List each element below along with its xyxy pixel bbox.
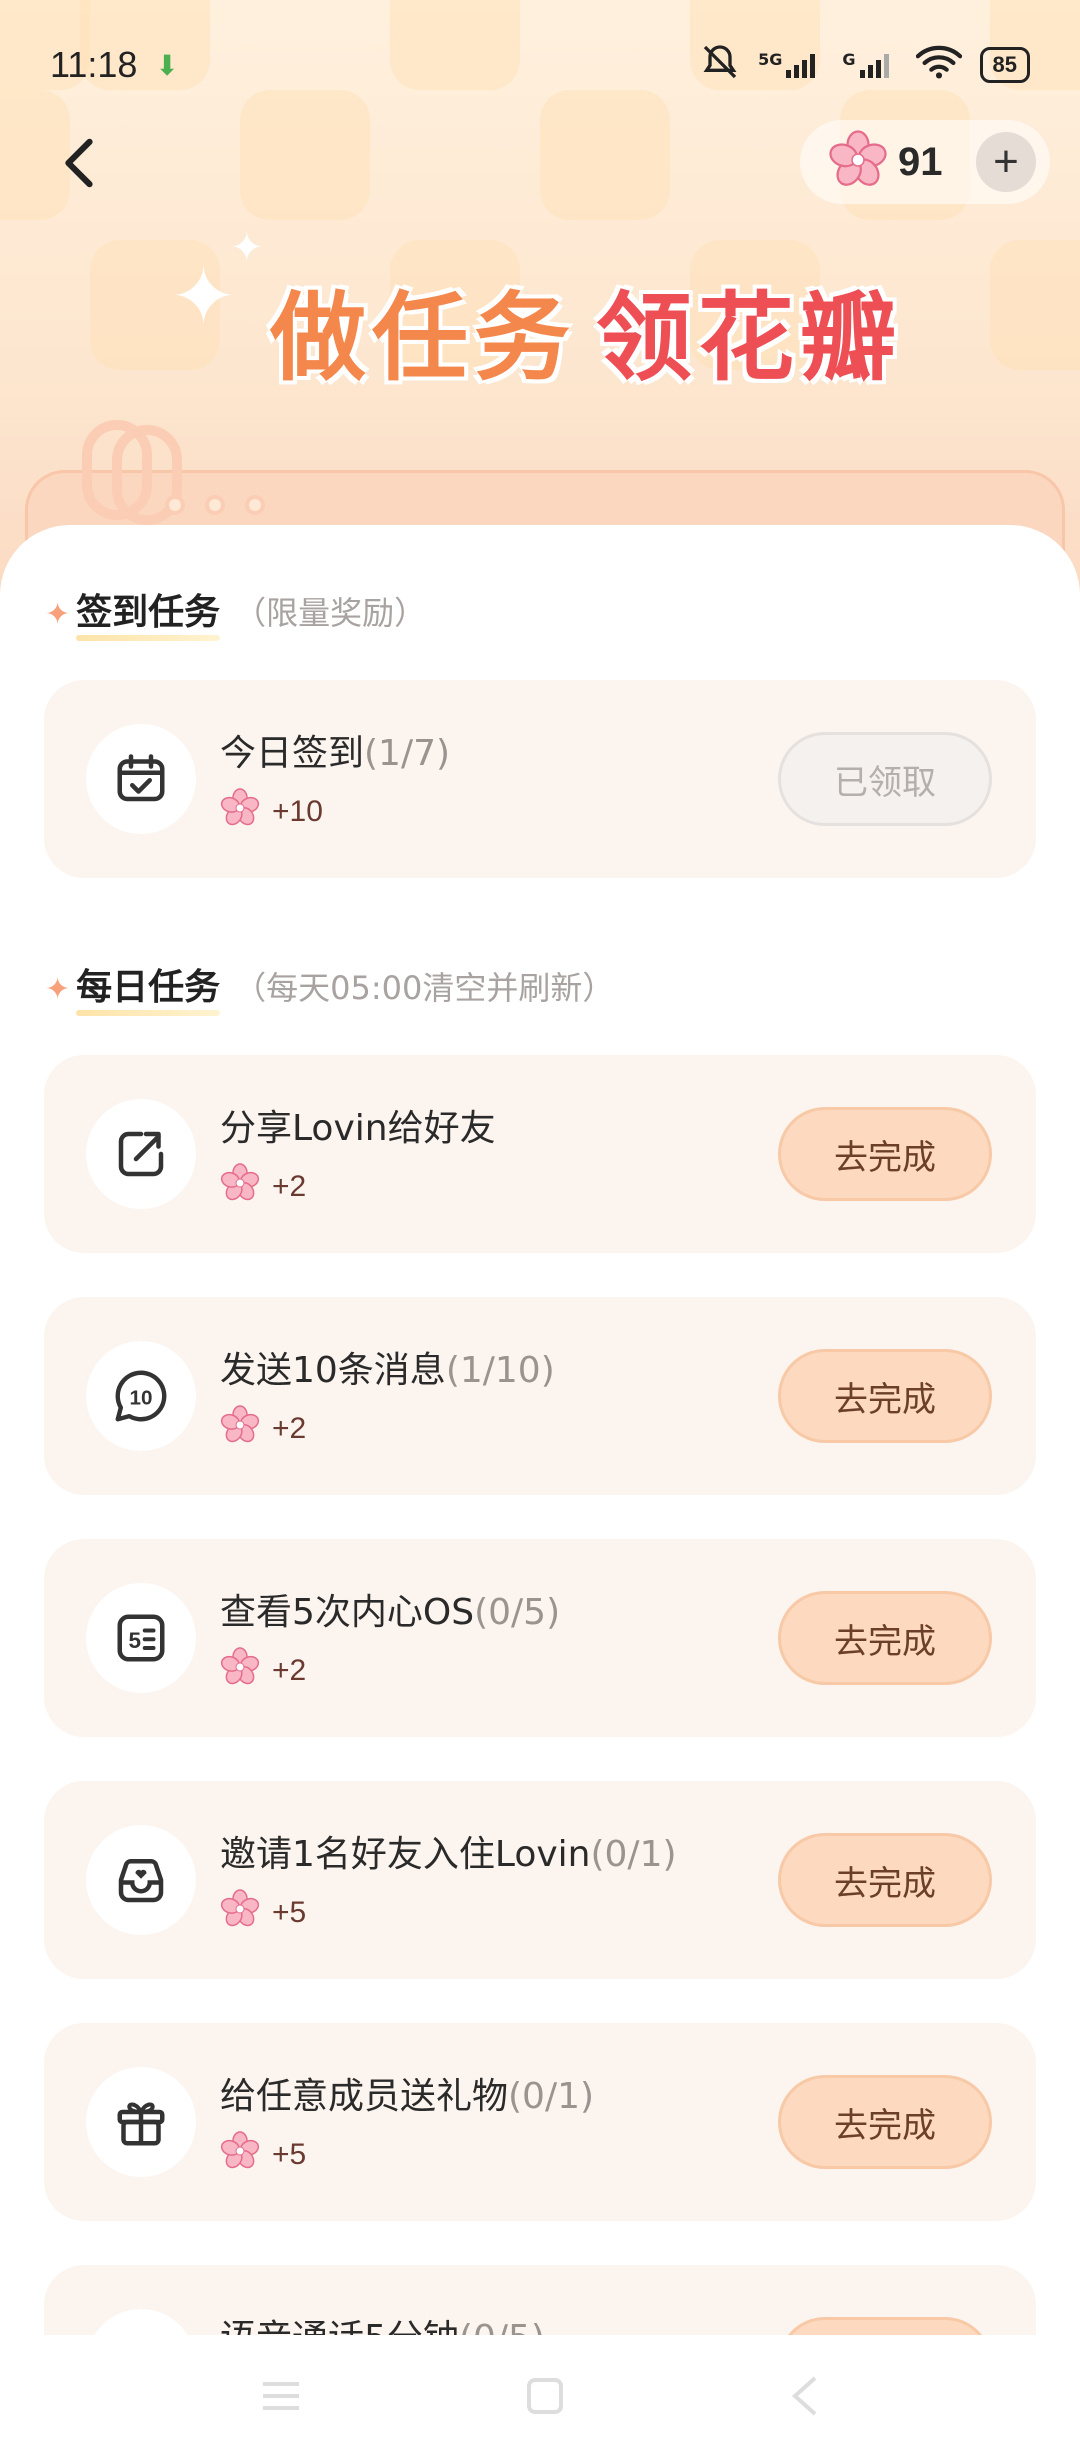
dot-decoration <box>165 495 185 515</box>
sparkle-icon: ✦ <box>230 225 264 271</box>
download-icon: ⬇ <box>155 48 179 82</box>
sakura-icon <box>220 1889 260 1937</box>
note-5-icon: 5 <box>86 1583 196 1693</box>
sakura-icon <box>828 130 888 194</box>
petal-balance: 91 + <box>800 120 1050 204</box>
dot-decoration <box>205 495 225 515</box>
sakura-icon <box>220 1647 260 1695</box>
task-reward: +10 <box>220 788 323 836</box>
task-title: 邀请1名好友入住Lovin(0/1) <box>220 1825 677 1877</box>
task-reward: +5 <box>220 1889 306 1937</box>
hero-title: 做任务 领花瓣 <box>270 260 902 399</box>
claimed-button[interactable]: 已领取 <box>778 732 992 826</box>
section-title: 每日任务 <box>76 958 221 1016</box>
back-button[interactable] <box>48 128 108 198</box>
signal-label-2: G <box>842 50 856 69</box>
status-bar: 11:18 ⬇ 5G G 85 <box>0 0 1080 130</box>
reward-value: +5 <box>272 2138 307 2171</box>
task-card-inner-os: 5 查看5次内心OS(0/5) +2 去完成 <box>44 1539 1036 1737</box>
task-title-text: 发送10条消息 <box>220 1350 446 1391</box>
task-panel: ✦ 签到任务 （限量奖励） 今日签到(1/7) +10 已领取 ✦ 每日任务 （… <box>0 525 1080 2460</box>
go-complete-button[interactable]: 去完成 <box>778 1591 992 1685</box>
task-card-messages: 10 发送10条消息(1/10) +2 去完成 <box>44 1297 1036 1495</box>
task-title-text: 分享Lovin给好友 <box>220 1108 496 1149</box>
task-title: 今日签到(1/7) <box>220 724 450 776</box>
task-card-invite: 邀请1名好友入住Lovin(0/1) +5 去完成 <box>44 1781 1036 1979</box>
task-reward: +2 <box>220 1163 306 1211</box>
signal-icon-2: G <box>842 50 897 80</box>
section-note: （每天05:00清空并刷新） <box>234 969 615 1007</box>
task-reward: +5 <box>220 2131 306 2179</box>
status-time: 11:18 <box>50 44 138 85</box>
task-title: 查看5次内心OS(0/5) <box>220 1583 560 1635</box>
sparkle-icon: ✦ <box>170 250 238 343</box>
section-title: 签到任务 <box>76 583 221 641</box>
task-card-gift: 给任意成员送礼物(0/1) +5 去完成 <box>44 2023 1036 2221</box>
calendar-check-icon <box>86 724 196 834</box>
silent-bell-icon <box>700 42 740 88</box>
task-title-text: 今日签到 <box>220 733 365 774</box>
task-title-text: 邀请1名好友入住Lovin <box>220 1834 591 1875</box>
sakura-icon <box>220 1405 260 1453</box>
hero-title-part1: 做任务 <box>270 282 576 394</box>
reward-value: +10 <box>272 795 323 828</box>
share-edit-icon <box>86 1099 196 1209</box>
hero-title-part2: 领花瓣 <box>596 282 902 394</box>
task-progress: (0/1) <box>508 2076 595 2117</box>
add-points-button[interactable]: + <box>976 132 1036 192</box>
reward-value: +5 <box>272 1896 307 1929</box>
dot-decoration <box>245 495 265 515</box>
sparkle-icon: ✦ <box>45 597 71 632</box>
reward-value: +2 <box>272 1654 307 1687</box>
sakura-icon <box>220 2131 260 2179</box>
wifi-icon <box>915 44 962 86</box>
task-card-checkin: 今日签到(1/7) +10 已领取 <box>44 680 1036 878</box>
system-nav-bar <box>0 2335 1080 2460</box>
task-reward: +2 <box>220 1405 306 1453</box>
reward-value: +2 <box>272 1412 307 1445</box>
task-title-text: 给任意成员送礼物 <box>220 2076 509 2117</box>
go-complete-button[interactable]: 去完成 <box>778 1833 992 1927</box>
task-progress: (0/1) <box>590 1834 677 1875</box>
daily-section-header: ✦ 每日任务 （每天05:00清空并刷新） <box>45 958 615 1016</box>
points-value: 91 <box>898 139 943 184</box>
signal-label: 5G <box>758 50 783 69</box>
task-title-text: 查看5次内心OS <box>220 1592 475 1633</box>
checkin-section-header: ✦ 签到任务 （限量奖励） <box>45 583 427 641</box>
invite-inbox-icon <box>86 1825 196 1935</box>
menu-icon[interactable] <box>259 2376 303 2420</box>
section-note: （限量奖励） <box>234 594 427 632</box>
message-10-icon: 10 <box>86 1341 196 1451</box>
chevron-left-icon <box>65 138 93 188</box>
task-progress: (1/7) <box>364 733 451 774</box>
home-icon[interactable] <box>523 2374 567 2422</box>
task-title: 发送10条消息(1/10) <box>220 1341 555 1393</box>
sakura-icon <box>220 1163 260 1211</box>
task-reward: +2 <box>220 1647 306 1695</box>
reward-value: +2 <box>272 1170 307 1203</box>
back-nav-icon[interactable] <box>787 2374 821 2422</box>
svg-text:5: 5 <box>128 1628 141 1653</box>
sakura-icon <box>220 788 260 836</box>
go-complete-button[interactable]: 去完成 <box>778 1349 992 1443</box>
task-progress: (0/5) <box>474 1592 561 1633</box>
go-complete-button[interactable]: 去完成 <box>778 2075 992 2169</box>
sparkle-icon: ✦ <box>45 972 71 1007</box>
task-title: 分享Lovin给好友 <box>220 1099 496 1151</box>
battery-indicator: 85 <box>979 47 1030 83</box>
task-title: 给任意成员送礼物(0/1) <box>220 2067 594 2119</box>
task-progress: (1/10) <box>445 1350 555 1391</box>
gift-icon <box>86 2067 196 2177</box>
signal-icon: 5G <box>758 50 824 80</box>
svg-text:10: 10 <box>130 1387 153 1410</box>
go-complete-button[interactable]: 去完成 <box>778 1107 992 1201</box>
task-card-share: 分享Lovin给好友 +2 去完成 <box>44 1055 1036 1253</box>
